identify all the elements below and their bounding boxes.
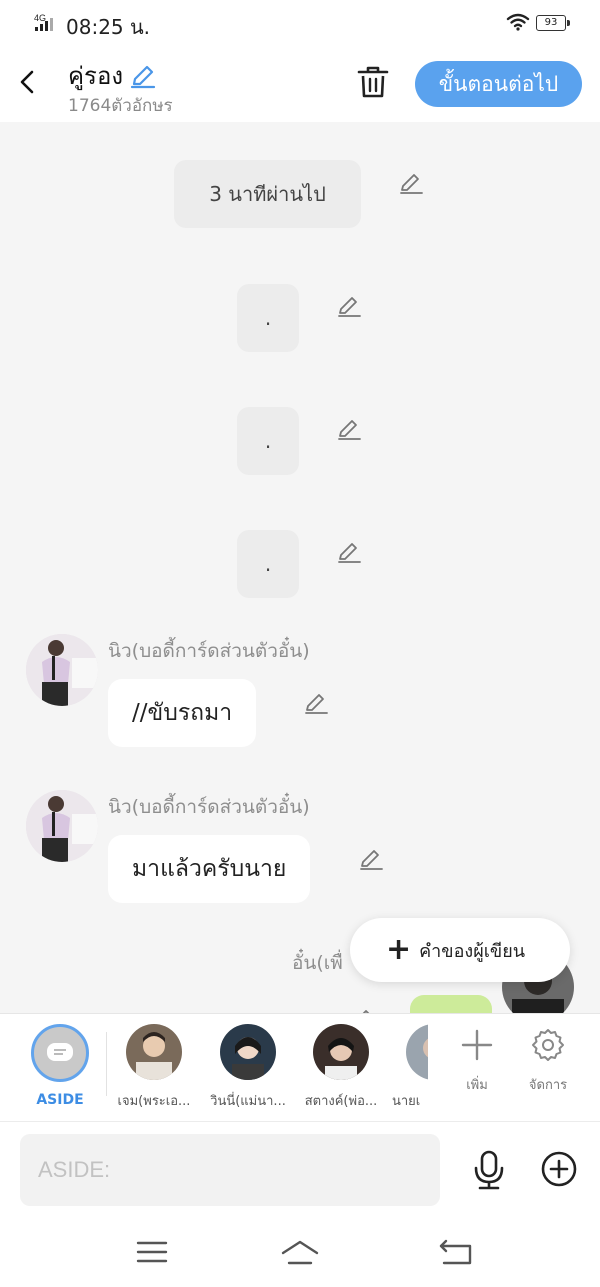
wifi-icon [506, 13, 530, 31]
system-nav-bar [0, 1217, 600, 1287]
plus-icon: + [386, 932, 412, 967]
edit-icon[interactable] [350, 1006, 376, 1013]
add-label: เพิ่ม [466, 1078, 488, 1093]
avatar [126, 1024, 182, 1080]
narration-bubble[interactable]: . [237, 407, 299, 475]
manage-label: จัดการ [528, 1078, 568, 1093]
aside-input[interactable] [20, 1134, 440, 1206]
edit-title-icon[interactable] [129, 62, 157, 90]
edit-icon[interactable] [336, 293, 362, 319]
character-bar: ASIDE เจม(พระเอ... วินนี่(แม่นา... สตางค… [0, 1013, 600, 1121]
microphone-icon[interactable] [470, 1150, 508, 1190]
character-name: นายเ [392, 1094, 421, 1109]
input-row [0, 1121, 600, 1217]
aside-character[interactable]: ASIDE [18, 1024, 102, 1108]
character-item[interactable]: เจม(พระเอ... [112, 1024, 196, 1111]
character-name: วินนี่(แม่นา... [210, 1094, 286, 1109]
chevron-left-icon [20, 70, 34, 94]
narration-bubble[interactable]: 3 นาทีผ่านไป [174, 160, 361, 228]
message-bubble[interactable]: //ขับรถมา [108, 679, 257, 747]
page-title: คู่รอง [68, 62, 124, 90]
speaker-name: อั๋น(เพื่ [292, 952, 343, 974]
character-name: สตางค์(พ่อ... [304, 1094, 378, 1109]
chat-area[interactable]: 3 นาทีผ่านไป . . . นิว(บอดี้การ์ดส่วนตัว… [0, 122, 600, 1013]
narration-bubble[interactable]: . [237, 530, 299, 598]
message-bubble[interactable]: มาแล้วครับนาย [108, 835, 311, 903]
header: คู่รอง 1764ตัวอักษร ขั้นตอนต่อไป [0, 46, 600, 122]
character-item[interactable]: นายเ [392, 1024, 428, 1111]
menu-icon[interactable] [132, 1237, 172, 1267]
divider [106, 1032, 107, 1096]
avatar [220, 1024, 276, 1080]
home-icon[interactable] [280, 1237, 320, 1267]
manage-characters-button[interactable]: จัดการ [518, 1028, 578, 1095]
chat-bubble-icon [47, 1043, 73, 1061]
svg-text:4G: 4G [34, 13, 46, 23]
speaker-name: นิว(บอดี้การ์ดส่วนตัวอั๋น) [108, 640, 310, 662]
next-step-button[interactable]: ขั้นตอนต่อไป [415, 61, 582, 107]
back-button[interactable] [10, 62, 44, 102]
edit-icon[interactable] [358, 846, 384, 872]
character-name: เจม(พระเอ... [117, 1094, 191, 1109]
chat-editor-screen: 4G 08:25 น. 93 คู่รอง 1764ตัวอักษร ขั้นต… [0, 0, 600, 1287]
status-bar: 4G 08:25 น. 93 [0, 0, 600, 46]
trash-icon[interactable] [356, 64, 390, 100]
gear-icon [532, 1029, 564, 1061]
aside-label: ASIDE [36, 1092, 84, 1108]
edit-icon[interactable] [336, 539, 362, 565]
signal-icon: 4G [34, 13, 53, 31]
plus-icon [461, 1029, 493, 1061]
back-nav-icon[interactable] [436, 1237, 476, 1267]
avatar[interactable] [26, 634, 98, 706]
edit-icon[interactable] [303, 690, 329, 716]
avatar [406, 1024, 428, 1080]
add-character-button[interactable]: เพิ่ม [447, 1028, 507, 1095]
status-time: 08:25 น. [66, 15, 151, 39]
edit-icon[interactable] [398, 170, 424, 196]
edit-icon[interactable] [336, 416, 362, 442]
author-note-label: คำของผู้เขียน [419, 940, 526, 962]
message-bubble[interactable] [410, 995, 492, 1013]
add-circle-icon[interactable] [540, 1150, 578, 1188]
battery-icon: 93 [536, 15, 570, 31]
author-note-button[interactable]: + คำของผู้เขียน [350, 918, 570, 982]
character-count: 1764ตัวอักษร [68, 96, 173, 116]
avatar[interactable] [26, 790, 98, 862]
character-item[interactable]: วินนี่(แม่นา... [206, 1024, 290, 1111]
character-item[interactable]: สตางค์(พ่อ... [299, 1024, 383, 1111]
narration-bubble[interactable]: . [237, 284, 299, 352]
aside-avatar [31, 1024, 89, 1082]
title-row: คู่รอง [68, 56, 157, 95]
avatar [313, 1024, 369, 1080]
speaker-name: นิว(บอดี้การ์ดส่วนตัวอั๋น) [108, 796, 310, 818]
